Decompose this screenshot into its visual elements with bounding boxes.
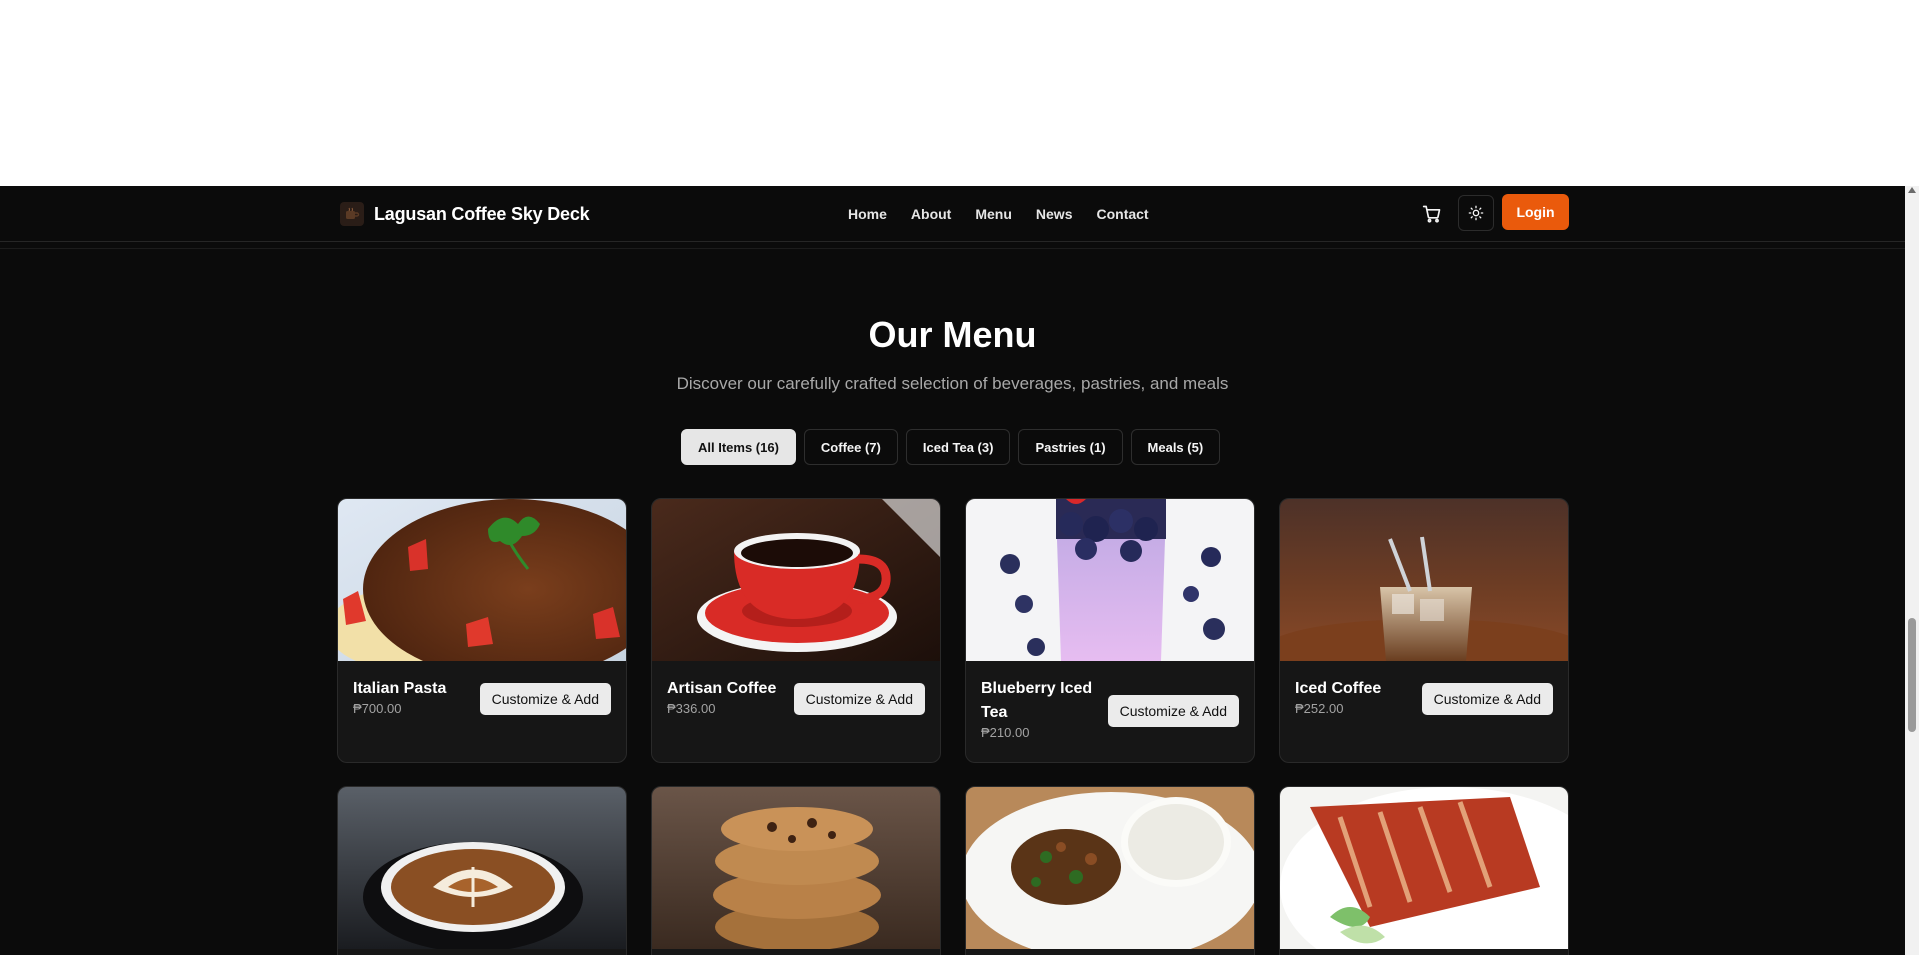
menu-card — [1279, 786, 1569, 955]
login-button[interactable]: Login — [1502, 194, 1569, 230]
navbar: Lagusan Coffee Sky Deck Home About Menu … — [0, 186, 1905, 242]
item-name: Artisan Coffee — [667, 680, 777, 697]
brand-name: Lagusan Coffee Sky Deck — [374, 203, 590, 224]
rice-meal-image[interactable] — [966, 787, 1254, 949]
blueberry-drink-image[interactable] — [966, 499, 1254, 661]
menu-card-iced-coffee: Iced Coffee ₱252.00 Customize & Add — [1279, 498, 1569, 763]
cart-button[interactable] — [1418, 200, 1446, 228]
scrollbar-thumb[interactable] — [1908, 618, 1916, 732]
nav-links: Home About Menu News Contact — [848, 202, 1149, 226]
item-name: Iced Coffee — [1295, 680, 1382, 697]
scrollbar-track[interactable] — [1905, 186, 1919, 955]
item-price: ₱210.00 — [981, 725, 1030, 740]
customize-add-button[interactable]: Customize & Add — [1107, 695, 1239, 727]
card-body: Blueberry Iced Tea ₱210.00 Customize & A… — [966, 661, 1254, 756]
card-body: Italian Pasta ₱700.00 Customize & Add — [338, 661, 626, 732]
menu-card-blueberry-iced-tea: Blueberry Iced Tea ₱210.00 Customize & A… — [965, 498, 1255, 763]
page-title: Our Menu — [868, 314, 1037, 355]
app-viewport: Lagusan Coffee Sky Deck Home About Menu … — [0, 186, 1905, 955]
menu-card — [965, 786, 1255, 955]
item-name: Blueberry Iced Tea — [981, 680, 1093, 721]
card-body: Artisan Coffee ₱336.00 Customize & Add — [652, 661, 940, 732]
red-coffee-cup-image[interactable] — [652, 499, 940, 661]
nav-link-home[interactable]: Home — [848, 206, 887, 222]
item-name: Italian Pasta — [353, 680, 447, 697]
sun-icon — [1468, 205, 1484, 221]
cookies-image[interactable] — [652, 787, 940, 949]
cart-icon — [1422, 205, 1441, 223]
page-top-blank — [0, 0, 1919, 186]
customize-add-button[interactable]: Customize & Add — [793, 683, 925, 715]
nav-link-news[interactable]: News — [1036, 206, 1073, 222]
coffee-logo-icon — [340, 202, 364, 226]
menu-card-italian-pasta: Italian Pasta ₱700.00 Customize & Add — [337, 498, 627, 763]
filter-iced-tea[interactable]: Iced Tea (3) — [905, 429, 1011, 465]
filter-all-items[interactable]: All Items (16) — [681, 429, 796, 465]
nav-link-contact[interactable]: Contact — [1096, 206, 1148, 222]
filter-pastries[interactable]: Pastries (1) — [1018, 429, 1123, 465]
filter-coffee[interactable]: Coffee (7) — [803, 429, 898, 465]
menu-card — [651, 786, 941, 955]
menu-card-artisan-coffee: Artisan Coffee ₱336.00 Customize & Add — [651, 498, 941, 763]
filter-meals[interactable]: Meals (5) — [1130, 429, 1221, 465]
menu-card — [337, 786, 627, 955]
grilled-meat-image[interactable] — [1280, 787, 1568, 949]
navbar-divider — [0, 248, 1905, 249]
page-subtitle: Discover our carefully crafted selection… — [676, 374, 1229, 393]
customize-add-button[interactable]: Customize & Add — [1421, 683, 1553, 715]
brand[interactable]: Lagusan Coffee Sky Deck — [340, 200, 590, 228]
card-body: Iced Coffee ₱252.00 Customize & Add — [1280, 661, 1568, 732]
latte-art-image[interactable] — [338, 787, 626, 949]
nav-link-about[interactable]: About — [911, 206, 951, 222]
scroll-up-arrow-icon[interactable] — [1908, 187, 1916, 193]
customize-add-button[interactable]: Customize & Add — [479, 683, 611, 715]
category-filters: All Items (16) Coffee (7) Iced Tea (3) P… — [681, 429, 1221, 465]
nav-link-menu[interactable]: Menu — [975, 206, 1012, 222]
iced-coffee-image[interactable] — [1280, 499, 1568, 661]
pasta-image[interactable] — [338, 499, 626, 661]
theme-toggle-button[interactable] — [1458, 195, 1494, 231]
